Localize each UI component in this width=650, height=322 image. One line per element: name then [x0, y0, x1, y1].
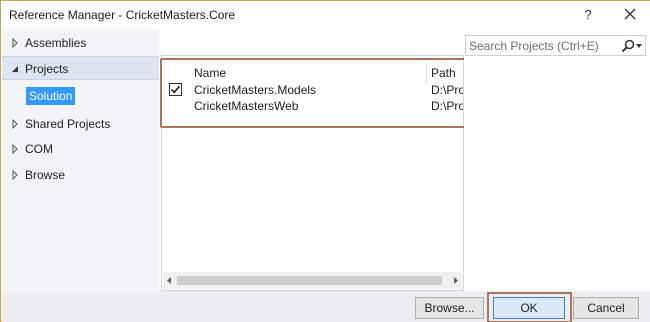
cancel-button[interactable]: Cancel — [573, 297, 639, 319]
project-list: Name Path CricketMasters.Models D:\Pro C… — [161, 55, 464, 291]
reference-checkbox[interactable] — [169, 83, 182, 96]
list-item[interactable]: CricketMastersWeb D:\Pro — [162, 98, 465, 114]
close-button[interactable] — [619, 3, 641, 25]
search-input[interactable] — [469, 38, 609, 54]
chevron-down-icon[interactable] — [636, 44, 642, 48]
project-name: CricketMasters.Models — [194, 83, 317, 97]
sidebar-item-label: Shared Projects — [25, 117, 111, 131]
expand-arrow-icon — [12, 170, 18, 180]
sidebar-item-label: Browse — [25, 168, 66, 182]
expand-arrow-icon — [12, 119, 18, 129]
checkmark-icon — [170, 85, 181, 94]
expand-arrow-icon — [12, 38, 18, 48]
project-path: D:\Pro — [431, 83, 463, 97]
sidebar-item-label: Assemblies — [25, 36, 87, 50]
sidebar-item-com[interactable]: COM — [2, 137, 159, 161]
detail-panel — [464, 29, 650, 291]
search-box[interactable] — [465, 35, 646, 56]
close-icon — [624, 8, 636, 20]
column-header-name[interactable]: Name — [194, 64, 226, 82]
expand-arrow-icon — [12, 144, 18, 154]
search-icon[interactable] — [621, 39, 635, 53]
sidebar-item-solution[interactable]: Solution — [26, 87, 76, 105]
column-divider[interactable] — [426, 63, 427, 83]
sidebar-item-label: Projects — [25, 62, 69, 76]
sidebar-item-label: COM — [25, 142, 53, 156]
sidebar-item-shared-projects[interactable]: Shared Projects — [2, 112, 159, 136]
browse-button[interactable]: Browse... — [415, 297, 484, 319]
list-item[interactable]: CricketMasters.Models D:\Pro — [162, 82, 465, 98]
title-bar: Reference Manager - CricketMasters.Core … — [1, 1, 650, 29]
scrollbar-thumb[interactable] — [177, 276, 442, 285]
sidebar: Assemblies Projects Solution Shared Proj… — [2, 29, 159, 291]
collapse-arrow-icon — [12, 66, 18, 72]
sidebar-item-projects[interactable]: Projects — [2, 56, 159, 80]
scroll-left-icon[interactable] — [165, 276, 173, 285]
window-title: Reference Manager - CricketMasters.Core — [9, 8, 236, 22]
horizontal-scrollbar[interactable] — [163, 272, 462, 289]
help-button[interactable]: ? — [579, 5, 597, 25]
sidebar-item-browse[interactable]: Browse — [2, 163, 159, 187]
project-name: CricketMastersWeb — [194, 99, 299, 113]
ok-button[interactable]: OK — [493, 297, 565, 319]
sidebar-item-assemblies[interactable]: Assemblies — [2, 31, 159, 55]
project-path: D:\Pro — [431, 99, 463, 113]
column-header-path[interactable]: Path — [431, 64, 456, 82]
scroll-right-icon[interactable] — [452, 276, 460, 285]
